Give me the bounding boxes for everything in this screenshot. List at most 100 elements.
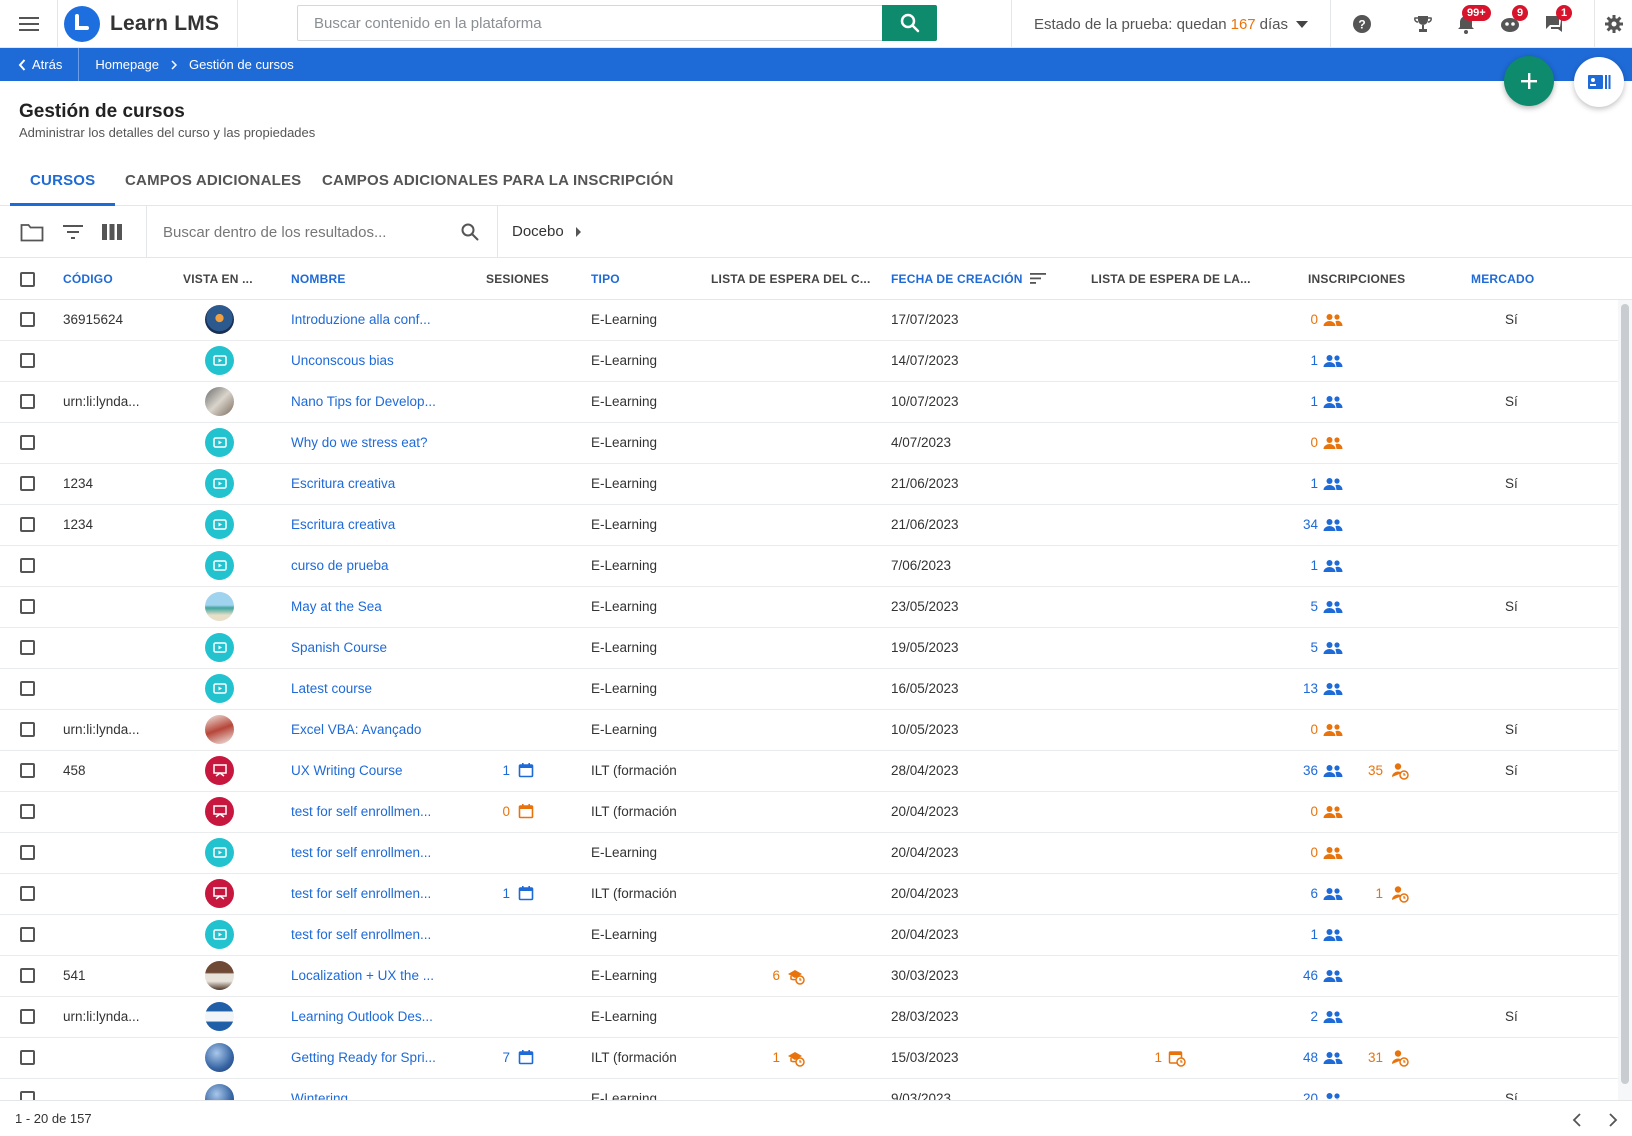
pending-enrollments-count[interactable]: 1	[1375, 886, 1383, 901]
users-icon[interactable]	[1323, 641, 1343, 658]
table-row[interactable]: May at the Sea E-Learning 23/05/2023 5 Sí	[0, 587, 1618, 628]
course-name-link[interactable]: test for self enrollmen...	[291, 927, 431, 942]
enrollments-count[interactable]: 6	[1310, 886, 1318, 901]
waitlist-icon[interactable]	[787, 967, 805, 988]
enrollments-count[interactable]: 34	[1303, 517, 1318, 532]
course-name-link[interactable]: test for self enrollmen...	[291, 886, 431, 901]
course-name-link[interactable]: UX Writing Course	[291, 763, 403, 778]
row-checkbox[interactable]	[20, 312, 35, 327]
course-name-link[interactable]: Localization + UX the ...	[291, 968, 434, 983]
tab-enrollment-additional-fields[interactable]: CAMPOS ADICIONALES PARA LA INSCRIPCIÓN	[322, 160, 674, 206]
users-icon[interactable]	[1323, 887, 1343, 904]
col-session-waitlist[interactable]: LISTA DE ESPERA DE LA...	[1091, 272, 1251, 286]
back-button[interactable]: Atrás	[0, 48, 80, 81]
pending-user-icon[interactable]	[1391, 1049, 1409, 1070]
users-icon[interactable]	[1323, 928, 1343, 945]
trophy-icon[interactable]	[1401, 0, 1445, 48]
course-catalog-button[interactable]	[1574, 57, 1624, 107]
users-icon[interactable]	[1323, 1092, 1343, 1100]
course-name-link[interactable]: Learning Outlook Des...	[291, 1009, 433, 1024]
users-icon[interactable]	[1323, 682, 1343, 699]
enrollments-count[interactable]: 36	[1303, 763, 1318, 778]
notifications-bell-icon[interactable]: 99+	[1444, 0, 1491, 48]
table-row[interactable]: 458 UX Writing Course 1 ILT (formación 28/04…	[0, 751, 1618, 792]
session-waitlist-icon[interactable]	[1168, 1049, 1186, 1070]
row-checkbox[interactable]	[20, 599, 35, 614]
folder-icon[interactable]	[20, 220, 44, 244]
enrollments-count[interactable]: 20	[1303, 1091, 1318, 1100]
enrollments-count[interactable]: 0	[1310, 312, 1318, 327]
row-checkbox[interactable]	[20, 845, 35, 860]
breadcrumb-home[interactable]: Homepage	[95, 57, 159, 72]
enrollments-count[interactable]: 5	[1310, 599, 1318, 614]
row-checkbox[interactable]	[20, 476, 35, 491]
table-row[interactable]: test for self enrollmen... E-Learning 20/0…	[0, 833, 1618, 874]
row-checkbox[interactable]	[20, 722, 35, 737]
row-checkbox[interactable]	[20, 394, 35, 409]
enrollments-count[interactable]: 48	[1303, 1050, 1318, 1065]
course-name-link[interactable]: May at the Sea	[291, 599, 382, 614]
course-waitlist-count[interactable]: 6	[772, 968, 780, 983]
course-name-link[interactable]: Latest course	[291, 681, 372, 696]
course-name-link[interactable]: Getting Ready for Spri...	[291, 1050, 436, 1065]
help-icon[interactable]: ?	[1340, 0, 1384, 48]
enrollments-count[interactable]: 1	[1310, 927, 1318, 942]
pending-enrollments-count[interactable]: 35	[1368, 763, 1383, 778]
row-checkbox[interactable]	[20, 1050, 35, 1065]
table-row[interactable]: Getting Ready for Spri... 7 ILT (formación…	[0, 1038, 1618, 1079]
filter-icon[interactable]	[61, 220, 85, 244]
columns-icon[interactable]	[100, 220, 124, 244]
pending-enrollments-count[interactable]: 31	[1368, 1050, 1383, 1065]
select-all-checkbox[interactable]	[20, 272, 35, 287]
enrollments-count[interactable]: 0	[1310, 845, 1318, 860]
pending-user-icon[interactable]	[1391, 885, 1409, 906]
col-market[interactable]: MERCADO	[1471, 272, 1534, 286]
row-checkbox[interactable]	[20, 886, 35, 901]
enrollments-count[interactable]: 0	[1310, 722, 1318, 737]
course-name-link[interactable]: test for self enrollmen...	[291, 804, 431, 819]
users-icon[interactable]	[1323, 846, 1343, 863]
row-checkbox[interactable]	[20, 1009, 35, 1024]
col-type[interactable]: TIPO	[591, 272, 620, 286]
course-name-link[interactable]: Excel VBA: Avançado	[291, 722, 421, 737]
enrollments-count[interactable]: 1	[1310, 476, 1318, 491]
table-row[interactable]: curso de prueba E-Learning 7/06/2023 1	[0, 546, 1618, 587]
trial-status-dropdown[interactable]: Estado de la prueba: quedan 167 días	[1011, 0, 1331, 48]
sessions-count[interactable]: 7	[502, 1050, 510, 1065]
table-row[interactable]: test for self enrollmen... 1 ILT (formació…	[0, 874, 1618, 915]
sessions-count[interactable]: 1	[502, 886, 510, 901]
col-created[interactable]: FECHA DE CREACIÓN	[891, 272, 1047, 286]
course-name-link[interactable]: Wintering	[291, 1091, 348, 1100]
users-icon[interactable]	[1323, 436, 1343, 453]
users-icon[interactable]	[1323, 559, 1343, 576]
course-name-link[interactable]: Escritura creativa	[291, 476, 395, 491]
course-name-link[interactable]: Introduzione alla conf...	[291, 312, 431, 327]
table-row[interactable]: Wintering E-Learning 9/03/2023 20 Sí	[0, 1079, 1618, 1100]
course-name-link[interactable]: Escritura creativa	[291, 517, 395, 532]
enrollments-count[interactable]: 0	[1310, 435, 1318, 450]
vertical-scrollbar[interactable]	[1618, 300, 1632, 1100]
users-icon[interactable]	[1323, 354, 1343, 371]
table-row[interactable]: urn:li:lynda... Excel VBA: Avançado E-Lear…	[0, 710, 1618, 751]
menu-icon[interactable]	[0, 0, 58, 48]
table-row[interactable]: test for self enrollmen... 0 ILT (formació…	[0, 792, 1618, 833]
col-enrollments[interactable]: INSCRIPCIONES	[1308, 272, 1405, 286]
enrollments-count[interactable]: 0	[1310, 804, 1318, 819]
enrollments-count[interactable]: 1	[1310, 558, 1318, 573]
tab-courses[interactable]: CURSOS	[10, 160, 116, 206]
course-name-link[interactable]: Nano Tips for Develop...	[291, 394, 436, 409]
row-checkbox[interactable]	[20, 763, 35, 778]
calendar-icon[interactable]	[518, 762, 534, 781]
row-checkbox[interactable]	[20, 517, 35, 532]
row-checkbox[interactable]	[20, 804, 35, 819]
add-course-button[interactable]	[1504, 56, 1554, 106]
row-checkbox[interactable]	[20, 927, 35, 942]
users-icon[interactable]	[1323, 723, 1343, 740]
course-name-link[interactable]: test for self enrollmen...	[291, 845, 431, 860]
col-code[interactable]: CÓDIGO	[63, 272, 113, 286]
course-waitlist-count[interactable]: 1	[772, 1050, 780, 1065]
users-icon[interactable]	[1323, 1010, 1343, 1027]
col-view[interactable]: VISTA EN ...	[183, 272, 253, 286]
table-row[interactable]: 541 Localization + UX the ... E-Learning 6 3…	[0, 956, 1618, 997]
col-course-waitlist[interactable]: LISTA DE ESPERA DEL C...	[711, 272, 871, 286]
